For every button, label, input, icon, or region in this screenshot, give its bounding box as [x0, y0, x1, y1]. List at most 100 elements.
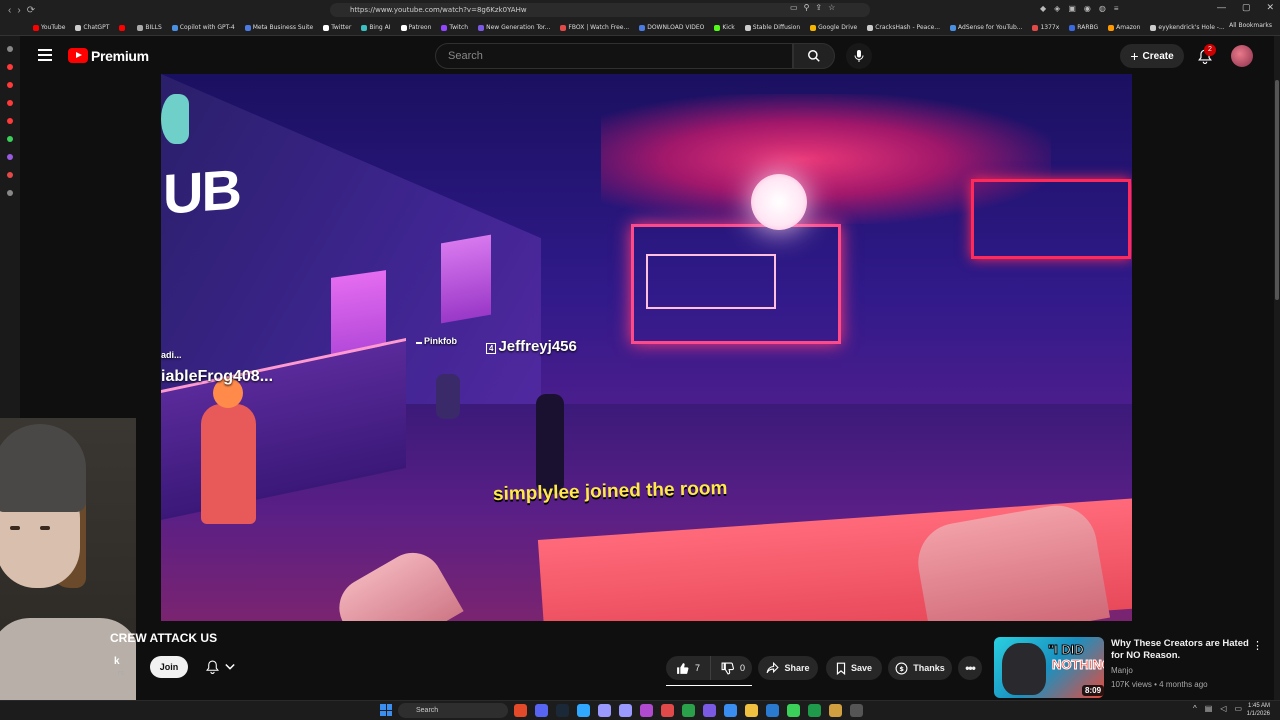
extension-icon[interactable]: ◆ — [1040, 4, 1046, 13]
app-icon[interactable] — [640, 704, 653, 717]
video-player[interactable]: UB adi... iableFrog408... Pinkfob 4 Jeffr… — [161, 74, 1132, 621]
sidebar-app-icon[interactable] — [7, 82, 13, 88]
install-icon[interactable]: ▭ — [790, 3, 798, 12]
create-button[interactable]: + Create — [1120, 44, 1184, 68]
maximize-icon[interactable]: ▢ — [1242, 2, 1251, 13]
bookmark-item[interactable] — [114, 24, 132, 31]
search-button[interactable] — [793, 43, 835, 69]
bookmark-item[interactable]: Copilot with GPT-4 — [167, 24, 240, 31]
steam-icon[interactable] — [556, 704, 569, 717]
bookmark-star-icon[interactable]: ☆ — [828, 3, 835, 12]
recommended-title[interactable]: Why These Creators are Hated for NO Reas… — [1111, 638, 1251, 662]
bookmark-item[interactable]: Stable Diffusion — [740, 24, 805, 31]
address-bar[interactable]: https://www.youtube.com/watch?v=8g6Kzk0Y… — [330, 3, 870, 17]
all-bookmarks-link[interactable]: All Bookmarks — [1229, 22, 1272, 29]
volume-icon[interactable]: ◁ — [1220, 704, 1226, 713]
sidebar-app-icon[interactable] — [7, 136, 13, 142]
sidebar-app-icon[interactable] — [7, 118, 13, 124]
bookmark-favicon-icon — [744, 24, 751, 31]
discord-icon[interactable] — [535, 704, 548, 717]
app-icon[interactable] — [661, 704, 674, 717]
forward-icon[interactable]: › — [17, 5, 20, 16]
sidebar-app-icon[interactable] — [7, 46, 13, 52]
photoshop-icon[interactable] — [577, 704, 590, 717]
bookmark-item[interactable]: Google Drive — [805, 24, 862, 31]
more-actions-button[interactable]: ••• — [958, 656, 982, 680]
menu-dots-icon[interactable]: ≡ — [1114, 4, 1119, 13]
youtube-logo-icon[interactable] — [68, 48, 88, 63]
join-button[interactable]: Join — [150, 656, 188, 678]
thanks-button[interactable]: $ Thanks — [888, 656, 952, 680]
share-button[interactable]: Share — [758, 656, 818, 680]
extension-icon[interactable]: ◈ — [1054, 4, 1060, 13]
premium-brand[interactable]: Premium — [91, 48, 149, 64]
dislike-button[interactable]: 0 — [711, 656, 755, 680]
save-button[interactable]: Save — [826, 656, 882, 680]
menu-icon[interactable] — [38, 49, 52, 61]
bookmark-item[interactable]: Meta Business Suite — [240, 24, 319, 31]
more-vertical-icon[interactable]: ⋮ — [1252, 639, 1263, 652]
app-icon[interactable] — [724, 704, 737, 717]
app-icon[interactable] — [787, 704, 800, 717]
premiere-icon[interactable] — [619, 704, 632, 717]
network-icon[interactable]: ▤ — [1205, 704, 1213, 713]
extension-icon[interactable]: ◍ — [1099, 4, 1106, 13]
bookmark-item[interactable]: YouTube — [28, 24, 70, 31]
share-page-icon[interactable]: ⇪ — [815, 3, 822, 12]
bookmark-item[interactable]: DOWNLOAD VIDEO — [634, 24, 709, 31]
sidebar-app-icon[interactable] — [7, 64, 13, 70]
close-icon[interactable]: ✕ — [1266, 2, 1274, 13]
bookmark-item[interactable]: CracksHash - Peace... — [862, 24, 945, 31]
taskbar-clock[interactable]: 1:45 AM 1/1/2026 — [1247, 702, 1270, 718]
app-icon[interactable] — [766, 704, 779, 717]
extension-icon[interactable]: ▣ — [1068, 4, 1076, 13]
bookmark-item[interactable]: ChatGPT — [70, 24, 114, 31]
scrollbar-thumb[interactable] — [1275, 80, 1279, 300]
voice-search-button[interactable] — [846, 43, 872, 69]
bookmark-item[interactable]: Patreon — [396, 24, 437, 31]
sidebar-app-icon[interactable] — [7, 154, 13, 160]
extension-icon[interactable]: ◉ — [1084, 4, 1091, 13]
bookmark-item[interactable]: New Generation Tor... — [473, 24, 555, 31]
sidebar-add-icon[interactable] — [7, 190, 13, 196]
bookmark-item[interactable]: RARBG — [1064, 24, 1103, 31]
bookmark-item[interactable]: Amazon — [1103, 24, 1145, 31]
app-icon[interactable] — [703, 704, 716, 717]
bookmark-item[interactable]: BILLS — [132, 24, 166, 31]
bookmark-label: Bing AI — [369, 24, 391, 31]
battery-icon[interactable]: ▭ — [1234, 704, 1242, 713]
sidebar-app-icon[interactable] — [7, 172, 13, 178]
reload-icon[interactable]: ⟳ — [27, 5, 35, 16]
app-icon[interactable] — [829, 704, 842, 717]
premiere-icon[interactable] — [598, 704, 611, 717]
windows-start-icon[interactable] — [380, 704, 392, 716]
bookmark-item[interactable]: FBOX | Watch Free... — [555, 24, 634, 31]
subscription-bell-button[interactable] — [196, 656, 244, 678]
bookmark-item[interactable]: AdSense for YouTub... — [945, 24, 1027, 31]
bookmark-item[interactable]: Kick — [709, 24, 739, 31]
zoom-icon[interactable]: ⚲ — [804, 3, 810, 12]
app-icon[interactable] — [808, 704, 821, 717]
bookmark-label: Google Drive — [818, 24, 858, 31]
channel-name[interactable]: k — [114, 656, 120, 667]
avatar[interactable] — [1231, 45, 1253, 67]
recommended-channel[interactable]: Manjo — [1111, 666, 1133, 675]
sidebar-app-icon[interactable] — [7, 100, 13, 106]
page-scrollbar[interactable] — [1274, 36, 1280, 700]
search-input[interactable] — [436, 44, 792, 68]
bookmark-item[interactable]: 1377x — [1027, 24, 1064, 31]
chevron-up-icon[interactable]: ^ — [1193, 704, 1197, 713]
app-icon[interactable] — [682, 704, 695, 717]
bookmark-item[interactable]: Twitch — [436, 24, 473, 31]
like-button[interactable]: 7 — [666, 656, 712, 680]
minimize-icon[interactable]: — — [1217, 2, 1226, 13]
taskbar-search[interactable]: Search — [398, 703, 508, 718]
brave-icon[interactable] — [514, 704, 527, 717]
back-icon[interactable]: ‹ — [8, 5, 11, 16]
file-explorer-icon[interactable] — [745, 704, 758, 717]
bookmark-label: Twitch — [449, 24, 469, 31]
bookmark-item[interactable]: Twitter — [318, 24, 356, 31]
app-icon[interactable] — [850, 704, 863, 717]
bookmark-item[interactable]: Bing AI — [356, 24, 395, 31]
bookmark-item[interactable]: eyykendrick's Hole -... — [1145, 24, 1229, 31]
